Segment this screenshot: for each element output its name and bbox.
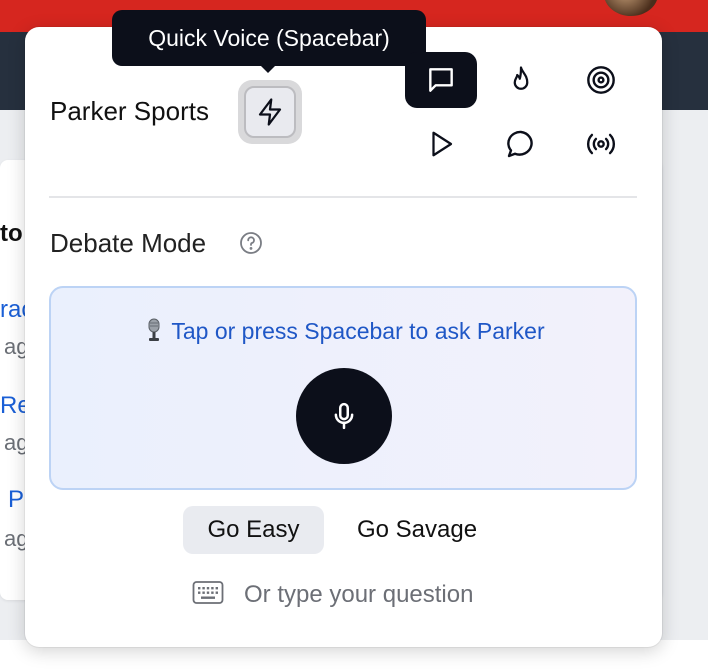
flame-icon: [513, 66, 529, 90]
hot-takes-button[interactable]: [485, 52, 557, 108]
keyboard-icon[interactable]: [192, 580, 224, 606]
lightning-icon: [258, 98, 282, 126]
type-question-link[interactable]: Or type your question: [244, 581, 473, 609]
brand-name: Parker Sports: [50, 96, 209, 126]
microphone-button[interactable]: [296, 368, 392, 464]
voice-prompt: Tap or press Spacebar to ask Parker: [51, 318, 639, 345]
card-heading-fragment: to: [0, 220, 23, 247]
link-fragment[interactable]: P: [8, 486, 24, 514]
tooltip-arrow: [259, 64, 277, 73]
chat-mode-button[interactable]: [405, 52, 477, 108]
mode-title: Debate Mode: [50, 228, 207, 258]
comment-icon: [507, 130, 533, 158]
quick-voice-button[interactable]: [238, 80, 302, 144]
quick-voice-button-inner: [244, 86, 296, 138]
comment-button[interactable]: [485, 116, 557, 172]
predictions-button[interactable]: [565, 52, 637, 108]
go-easy-button[interactable]: Go Easy: [183, 506, 324, 554]
play-button[interactable]: [405, 116, 477, 172]
broadcast-button[interactable]: [565, 116, 637, 172]
header-divider: [49, 196, 637, 198]
play-icon: [432, 131, 453, 157]
quick-voice-tooltip: Quick Voice (Spacebar): [112, 10, 426, 66]
voice-input-area[interactable]: Tap or press Spacebar to ask Parker: [49, 286, 637, 490]
broadcast-icon: [587, 133, 615, 155]
go-savage-button[interactable]: Go Savage: [339, 506, 495, 554]
studio-microphone-emoji: [148, 318, 160, 341]
chat-icon: [429, 68, 453, 92]
target-icon: [587, 66, 615, 94]
help-circle-icon[interactable]: [239, 231, 263, 255]
microphone-icon: [334, 402, 354, 430]
voice-prompt-text: Tap or press Spacebar to ask Parker: [171, 318, 545, 344]
